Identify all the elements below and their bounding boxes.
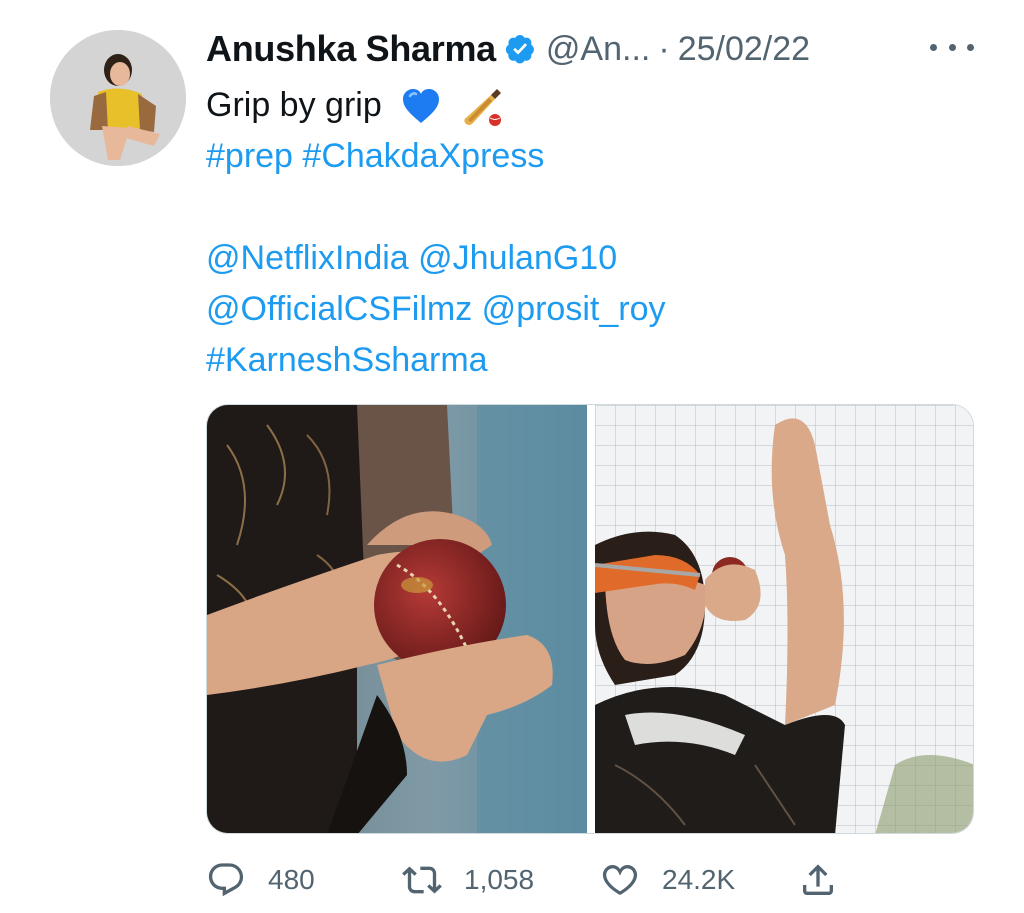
tweet-line-1: Grip by grip bbox=[206, 80, 665, 131]
blue-heart-icon bbox=[403, 89, 440, 124]
mentions-line-2[interactable]: @OfficialCSFilmz @prosit_roy bbox=[206, 284, 665, 335]
reply-icon bbox=[208, 863, 244, 897]
cricket-bat-icon bbox=[463, 89, 501, 127]
author-name[interactable]: Anushka Sharma bbox=[206, 28, 496, 70]
tweet-text: Grip by grip #prep #ChakdaXpress @Netfli… bbox=[206, 80, 665, 386]
share-button[interactable] bbox=[798, 855, 838, 905]
media-grid bbox=[206, 404, 974, 834]
retweet-icon bbox=[402, 866, 442, 894]
hashtags-line[interactable]: #prep #ChakdaXpress bbox=[206, 131, 665, 182]
like-count: 24.2K bbox=[662, 864, 736, 895]
retweet-count: 1,058 bbox=[464, 864, 535, 895]
photo-ball-grip[interactable] bbox=[207, 405, 587, 833]
reply-count: 480 bbox=[268, 864, 315, 895]
reply-button[interactable]: 480 bbox=[206, 855, 315, 905]
author-handle[interactable]: @An... bbox=[546, 30, 650, 69]
photo-bowling-action[interactable] bbox=[595, 405, 973, 833]
more-icon[interactable] bbox=[930, 30, 974, 64]
avatar[interactable] bbox=[50, 30, 186, 166]
heart-icon bbox=[602, 865, 638, 895]
media-divider bbox=[587, 405, 595, 833]
verified-badge-icon bbox=[505, 35, 534, 64]
mentions-line-1[interactable]: @NetflixIndia @JhulanG10 bbox=[206, 233, 665, 284]
like-button[interactable]: 24.2K bbox=[600, 855, 735, 905]
separator-dot: · bbox=[658, 29, 670, 68]
tweet-actions: 480 1,058 24.2K bbox=[206, 855, 974, 905]
tweet-header: Anushka Sharma @An... · 25/02/22 bbox=[206, 26, 810, 72]
share-icon bbox=[803, 864, 833, 895]
hashtag-line-3[interactable]: #KarneshSsharma bbox=[206, 335, 665, 386]
retweet-button[interactable]: 1,058 bbox=[402, 855, 534, 905]
tweet-date[interactable]: 25/02/22 bbox=[678, 30, 810, 69]
tweet-text-line: Grip by grip bbox=[206, 86, 382, 124]
